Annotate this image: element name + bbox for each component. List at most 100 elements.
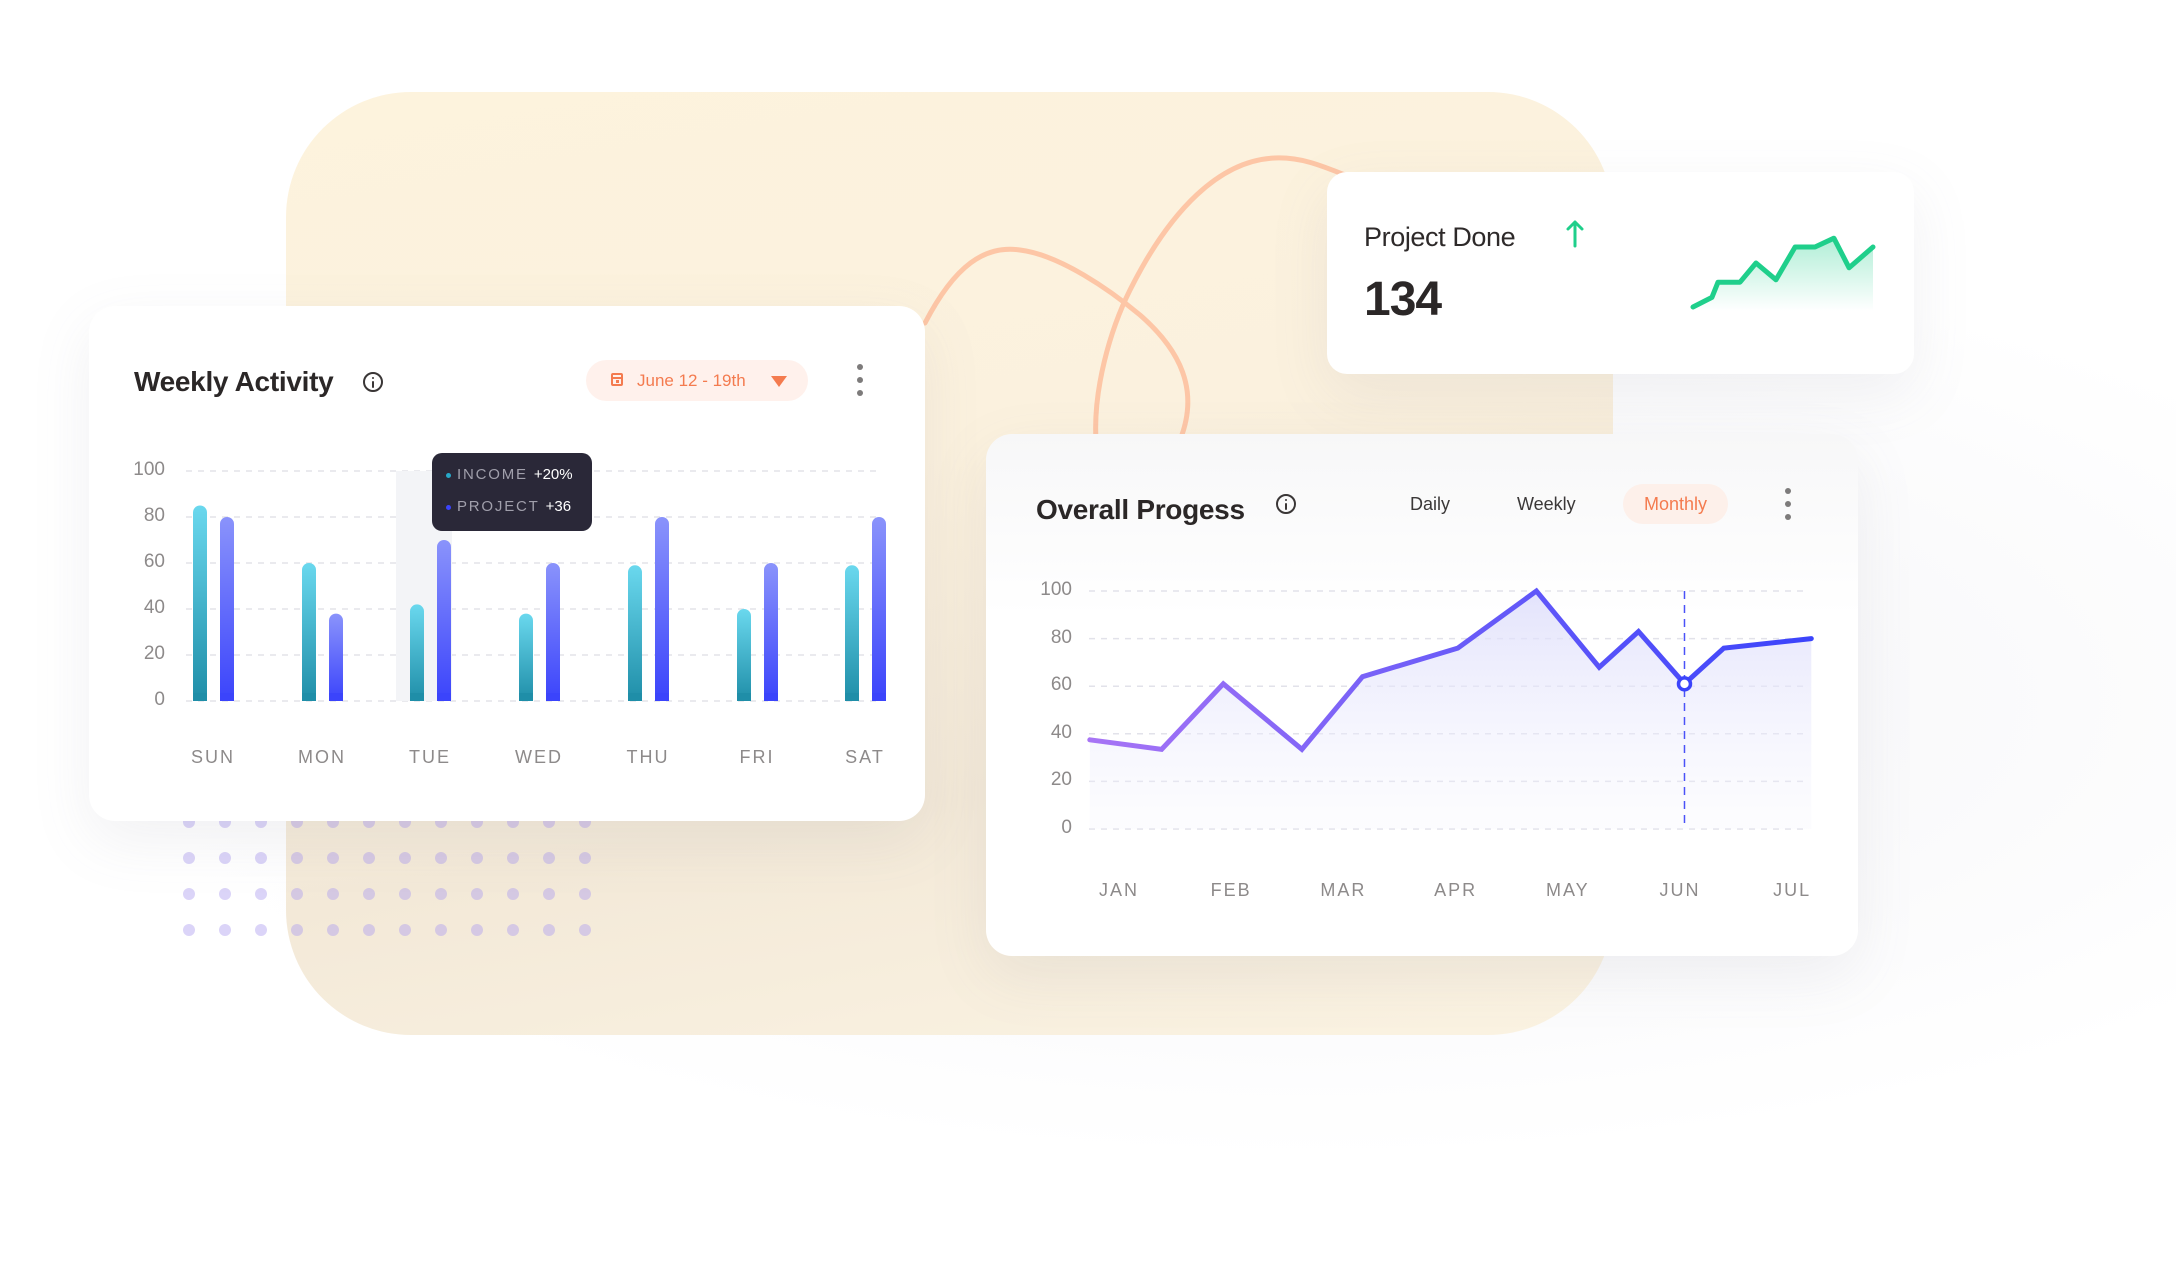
y-tick-label: 0 [1061,817,1072,838]
pattern-dot [363,852,375,864]
bar-base [410,693,424,701]
x-tick-label: SAT [845,747,885,767]
pattern-dot [183,888,195,900]
bar-base [329,693,343,701]
y-tick-label: 20 [1050,769,1072,791]
x-tick-label: THU [626,747,670,767]
tooltip-row-income: INCOME +20% [446,466,573,483]
pattern-dot [255,924,267,936]
pattern-dot [435,852,447,864]
pattern-dot [471,888,483,900]
line-point[interactable] [1220,681,1226,687]
pattern-dot [327,888,339,900]
line-point[interactable] [1159,746,1165,752]
bar-base [437,693,451,701]
bar-base [764,693,778,701]
x-tick-label: TUE [409,747,451,767]
bar-base [872,693,886,701]
x-tick-label: MON [298,747,346,767]
pattern-dot [219,852,231,864]
y-tick-label: 40 [1050,721,1072,743]
line-point[interactable] [1533,588,1539,594]
pattern-dot [291,888,303,900]
line-point[interactable] [1299,746,1305,752]
x-tick-label: JUN [1659,880,1701,900]
line-point[interactable] [1359,674,1365,680]
project-done-value: 134 [1364,273,1442,326]
x-tick-label: JAN [1098,880,1140,900]
project-done-title: Project Done [1364,222,1516,252]
pattern-dot [291,852,303,864]
project-bar-mon[interactable] [329,613,343,701]
project-bar-sat[interactable] [872,517,886,701]
pattern-dot [435,888,447,900]
arrow-up-icon [1566,220,1584,248]
income-bar-thu[interactable] [628,565,642,701]
income-bullet-icon [446,472,451,478]
line-point[interactable] [1808,636,1814,642]
pattern-dot [507,924,519,936]
pattern-dot [471,924,483,936]
decorative-curve-path [922,155,1348,443]
income-bar-sat[interactable] [845,565,859,701]
tooltip-label: INCOME [457,466,528,483]
line-point[interactable] [1455,645,1461,651]
line-point[interactable] [1596,664,1602,670]
y-tick-label: 20 [143,643,165,664]
y-tick-label: 80 [143,505,165,526]
pattern-dot [399,924,411,936]
bar-base [546,693,560,701]
overall-line-chart [1087,587,1814,830]
pattern-dot [507,852,519,864]
pattern-dot [363,888,375,900]
pattern-dot [219,888,231,900]
income-bar-sun[interactable] [193,505,207,702]
pattern-dot [471,852,483,864]
pattern-dot [543,852,555,864]
weekly-bar-chart [186,470,886,702]
y-tick-label: 0 [154,689,165,710]
pattern-dot [255,852,267,864]
y-tick-label: 40 [143,597,165,618]
tooltip-label: PROJECT [457,498,540,515]
x-tick-label: MAY [1545,880,1590,900]
y-tick-label: 60 [143,551,165,572]
active-point-marker[interactable] [1676,676,1693,692]
pattern-dot [579,852,591,864]
y-tick-label: 100 [133,459,165,480]
bar-base [519,693,533,701]
bar-base [193,693,207,701]
project-bar-wed[interactable] [546,563,560,701]
y-tick-label: 60 [1050,674,1072,696]
income-bar-wed[interactable] [519,613,533,701]
pattern-dot [255,888,267,900]
pattern-dot [327,924,339,936]
x-tick-label: APR [1434,880,1478,900]
bar-tooltip: INCOME +20% PROJECT +36 [432,453,592,531]
project-bar-tue[interactable] [437,540,451,701]
income-bar-mon[interactable] [302,563,316,701]
project-bar-fri[interactable] [764,563,778,701]
income-bar-tue[interactable] [410,604,424,701]
pattern-dot [579,888,591,900]
pattern-dot [219,924,231,936]
pattern-dot [507,888,519,900]
tooltip-value: +36 [545,498,572,515]
bar-base [737,693,751,701]
pattern-dot [183,924,195,936]
overall-progress-card: Overall Progess Daily Weekly Monthly 0 20… [986,434,1858,956]
project-bar-thu[interactable] [655,517,669,701]
tooltip-value: +20% [533,466,573,483]
x-tick-label: MAR [1320,880,1367,900]
bar-base [845,693,859,701]
line-point[interactable] [1721,645,1727,651]
income-bar-fri[interactable] [737,609,751,701]
line-point[interactable] [1635,628,1641,634]
project-done-card: Project Done 134 [1327,172,1914,374]
line-point[interactable] [1087,737,1093,743]
bar-base [302,693,316,701]
project-bar-sun[interactable] [220,517,234,701]
x-tick-label: FRI [739,747,775,767]
pattern-dot [543,888,555,900]
pattern-dot [399,888,411,900]
